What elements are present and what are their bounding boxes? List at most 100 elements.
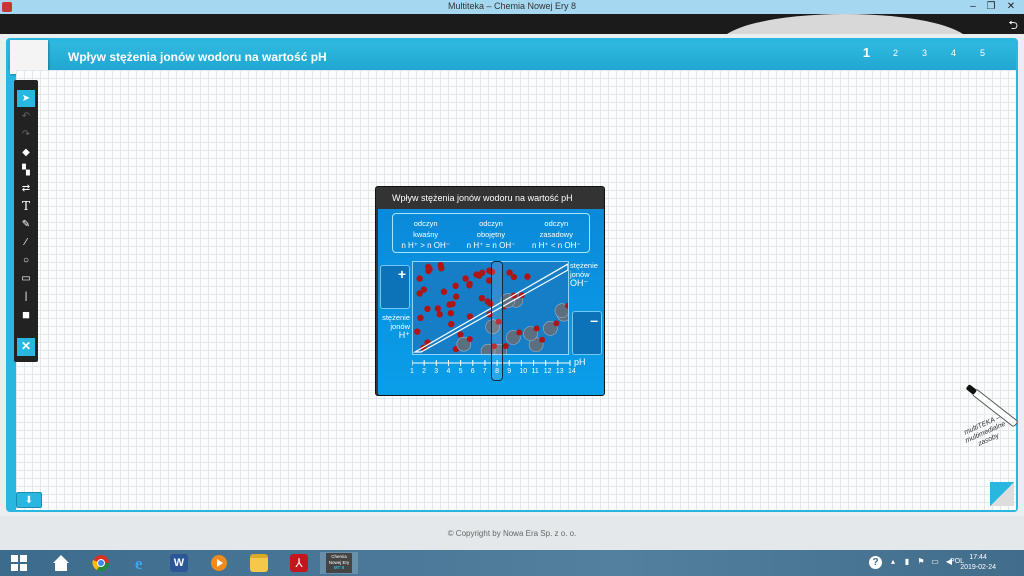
- start-button[interactable]: [0, 552, 38, 574]
- hydrogen-ion: [446, 301, 453, 308]
- hydroxide-ion-h: [502, 343, 509, 350]
- minimize-button[interactable]: –: [964, 0, 982, 14]
- label-h-concentration: stężenie jonów H⁺: [380, 313, 410, 340]
- action-center-icon[interactable]: ⚑: [916, 557, 926, 567]
- hydrogen-ion: [524, 273, 531, 280]
- drawing-toolbar: ➤ ↶ ↷ ◆ ▚ ⇄ T ✎ ∕ ○ ▭ | ■ ✕: [14, 80, 38, 362]
- multiteka-icon-line3: MT 8: [333, 565, 345, 570]
- text-tool-icon[interactable]: T: [17, 198, 35, 215]
- hydrogen-ion: [476, 272, 483, 279]
- chrome-icon: [92, 555, 110, 572]
- label-oh-concentration: stężenie jonów OH⁻: [570, 261, 598, 288]
- media-player-icon: [211, 555, 227, 571]
- ph-tick-label: 12: [543, 368, 552, 375]
- taskbar-multiteka[interactable]: Chemia Nowej Ery MT 8: [320, 552, 358, 574]
- ph-simulation-widget: Wpływ stężenia jonów wodoru na wartość p…: [375, 186, 605, 396]
- ph-tick-label: 2: [422, 368, 427, 375]
- hydrogen-ion: [484, 298, 491, 305]
- page-2-link[interactable]: 2: [890, 48, 901, 60]
- type-basic: odczyn zasadowy n H⁺ < n OH⁻: [532, 214, 581, 252]
- pen-icon[interactable]: ∕: [17, 234, 35, 251]
- hydrogen-ion: [417, 314, 424, 322]
- hydrogen-ion: [437, 262, 444, 269]
- ph-tick-label: 10: [519, 368, 528, 375]
- taskbar-internet-explorer[interactable]: e: [122, 552, 160, 574]
- network-icon[interactable]: ▮: [902, 557, 912, 567]
- page-1-link[interactable]: 1: [861, 45, 872, 60]
- ph-slider-handle[interactable]: [491, 261, 503, 381]
- pagination: 1 2 3 4 5: [861, 45, 988, 60]
- taskbar-home[interactable]: [42, 552, 80, 574]
- screen-icon[interactable]: ▭: [930, 557, 940, 567]
- ph-tick-label: 14: [568, 368, 576, 375]
- hydrogen-ion: [466, 282, 473, 289]
- close-toolbar-button[interactable]: ✕: [17, 338, 35, 356]
- type-neutral-line2: obojętny: [476, 230, 506, 239]
- help-icon[interactable]: ?: [869, 556, 882, 569]
- ph-tick-label: 7: [482, 368, 487, 375]
- page-3-link[interactable]: 3: [919, 48, 930, 60]
- hydrogen-ion: [447, 309, 455, 317]
- page-curl-icon[interactable]: [990, 482, 1014, 506]
- hydrogen-ion: [506, 269, 513, 276]
- hydroxide-ion-h: [533, 325, 540, 332]
- clock-date: 2019-02-24: [960, 564, 996, 571]
- app-top-bar: ⮌: [0, 14, 1024, 34]
- show-hidden-icons-icon[interactable]: ▴: [888, 557, 898, 567]
- type-neutral: odczyn obojętny n H⁺ = n OH⁻: [467, 214, 516, 252]
- type-acidic-line1: odczyn: [413, 219, 438, 228]
- swap-icon[interactable]: ⇄: [17, 180, 35, 197]
- multiteka-icon: Chemia Nowej Ery MT 8: [326, 553, 352, 573]
- type-acidic-line2: kwaśny: [413, 230, 439, 239]
- copyright-text: © Copyright by Nowa Era Sp. z o. o.: [447, 529, 577, 538]
- word-icon: W: [170, 554, 188, 572]
- page-title: Wpływ stężenia jonów wodoru na wartość p…: [68, 50, 327, 64]
- hydrogen-ion: [424, 305, 431, 313]
- ph-tick-label: 11: [531, 368, 539, 375]
- color-picker-icon[interactable]: ■: [17, 306, 35, 323]
- hydroxide-ion-h: [516, 329, 523, 336]
- ph-tick-label: 4: [446, 368, 451, 375]
- line-tool-icon[interactable]: |: [17, 288, 35, 305]
- hydroxide-ion-h: [553, 320, 560, 327]
- title-bar: Multiteka – Chemia Nowej Ery 8 – ❐ ✕: [0, 0, 1024, 14]
- taskbar: e W ⅄ Chemia Nowej Ery MT 8 ? ▴ ▮ ⚑ ▭ ◀ …: [0, 550, 1024, 576]
- page-5-link[interactable]: 5: [977, 48, 988, 60]
- undo-icon[interactable]: ↶: [17, 108, 35, 125]
- hydrogen-ion: [420, 286, 428, 293]
- ph-tick-label: 13: [555, 368, 564, 375]
- taskbar-acrobat[interactable]: ⅄: [280, 552, 318, 574]
- rectangle-tool-icon[interactable]: ▭: [17, 270, 35, 287]
- highlighter-icon[interactable]: ✎: [17, 216, 35, 233]
- layers-icon[interactable]: ▚: [17, 162, 35, 179]
- type-acidic-relation: n H⁺ > n OH⁻: [401, 241, 450, 250]
- maximize-button[interactable]: ❐: [982, 0, 1000, 14]
- header-bar: Wpływ stężenia jonów wodoru na wartość p…: [8, 42, 1016, 70]
- windows-icon: [11, 555, 27, 571]
- taskbar-media-player[interactable]: [200, 552, 238, 574]
- label-h-line1: stężenie: [382, 313, 410, 322]
- ph-axis-label: pH: [574, 357, 586, 367]
- decrease-h-button[interactable]: –: [572, 311, 602, 355]
- redo-icon[interactable]: ↷: [17, 126, 35, 143]
- taskbar-chrome[interactable]: [82, 552, 120, 574]
- ph-tick-label: 9: [507, 368, 512, 375]
- back-arrow-icon[interactable]: ⮌: [1008, 16, 1018, 34]
- eraser-icon[interactable]: ◆: [17, 144, 35, 161]
- download-button[interactable]: ⬇: [16, 492, 42, 508]
- widget-title: Wpływ stężenia jonów wodoru na wartość p…: [392, 193, 573, 203]
- hydroxide-ion-h: [539, 336, 546, 343]
- taskbar-word[interactable]: W: [160, 552, 198, 574]
- select-tool-icon[interactable]: ➤: [17, 90, 35, 107]
- window-title: Multiteka – Chemia Nowej Ery 8: [447, 1, 577, 11]
- taskbar-file-explorer[interactable]: [240, 552, 278, 574]
- ph-tick-label: 1: [410, 368, 414, 375]
- close-window-button[interactable]: ✕: [1002, 0, 1020, 14]
- hydroxide-ion-h: [466, 336, 473, 343]
- internet-explorer-icon: e: [135, 554, 143, 572]
- increase-h-button[interactable]: +: [380, 265, 410, 309]
- clock[interactable]: 17:44 2019-02-24: [960, 553, 996, 573]
- circle-tool-icon[interactable]: ○: [17, 252, 35, 269]
- hydrogen-ion: [478, 294, 486, 302]
- page-4-link[interactable]: 4: [948, 48, 959, 60]
